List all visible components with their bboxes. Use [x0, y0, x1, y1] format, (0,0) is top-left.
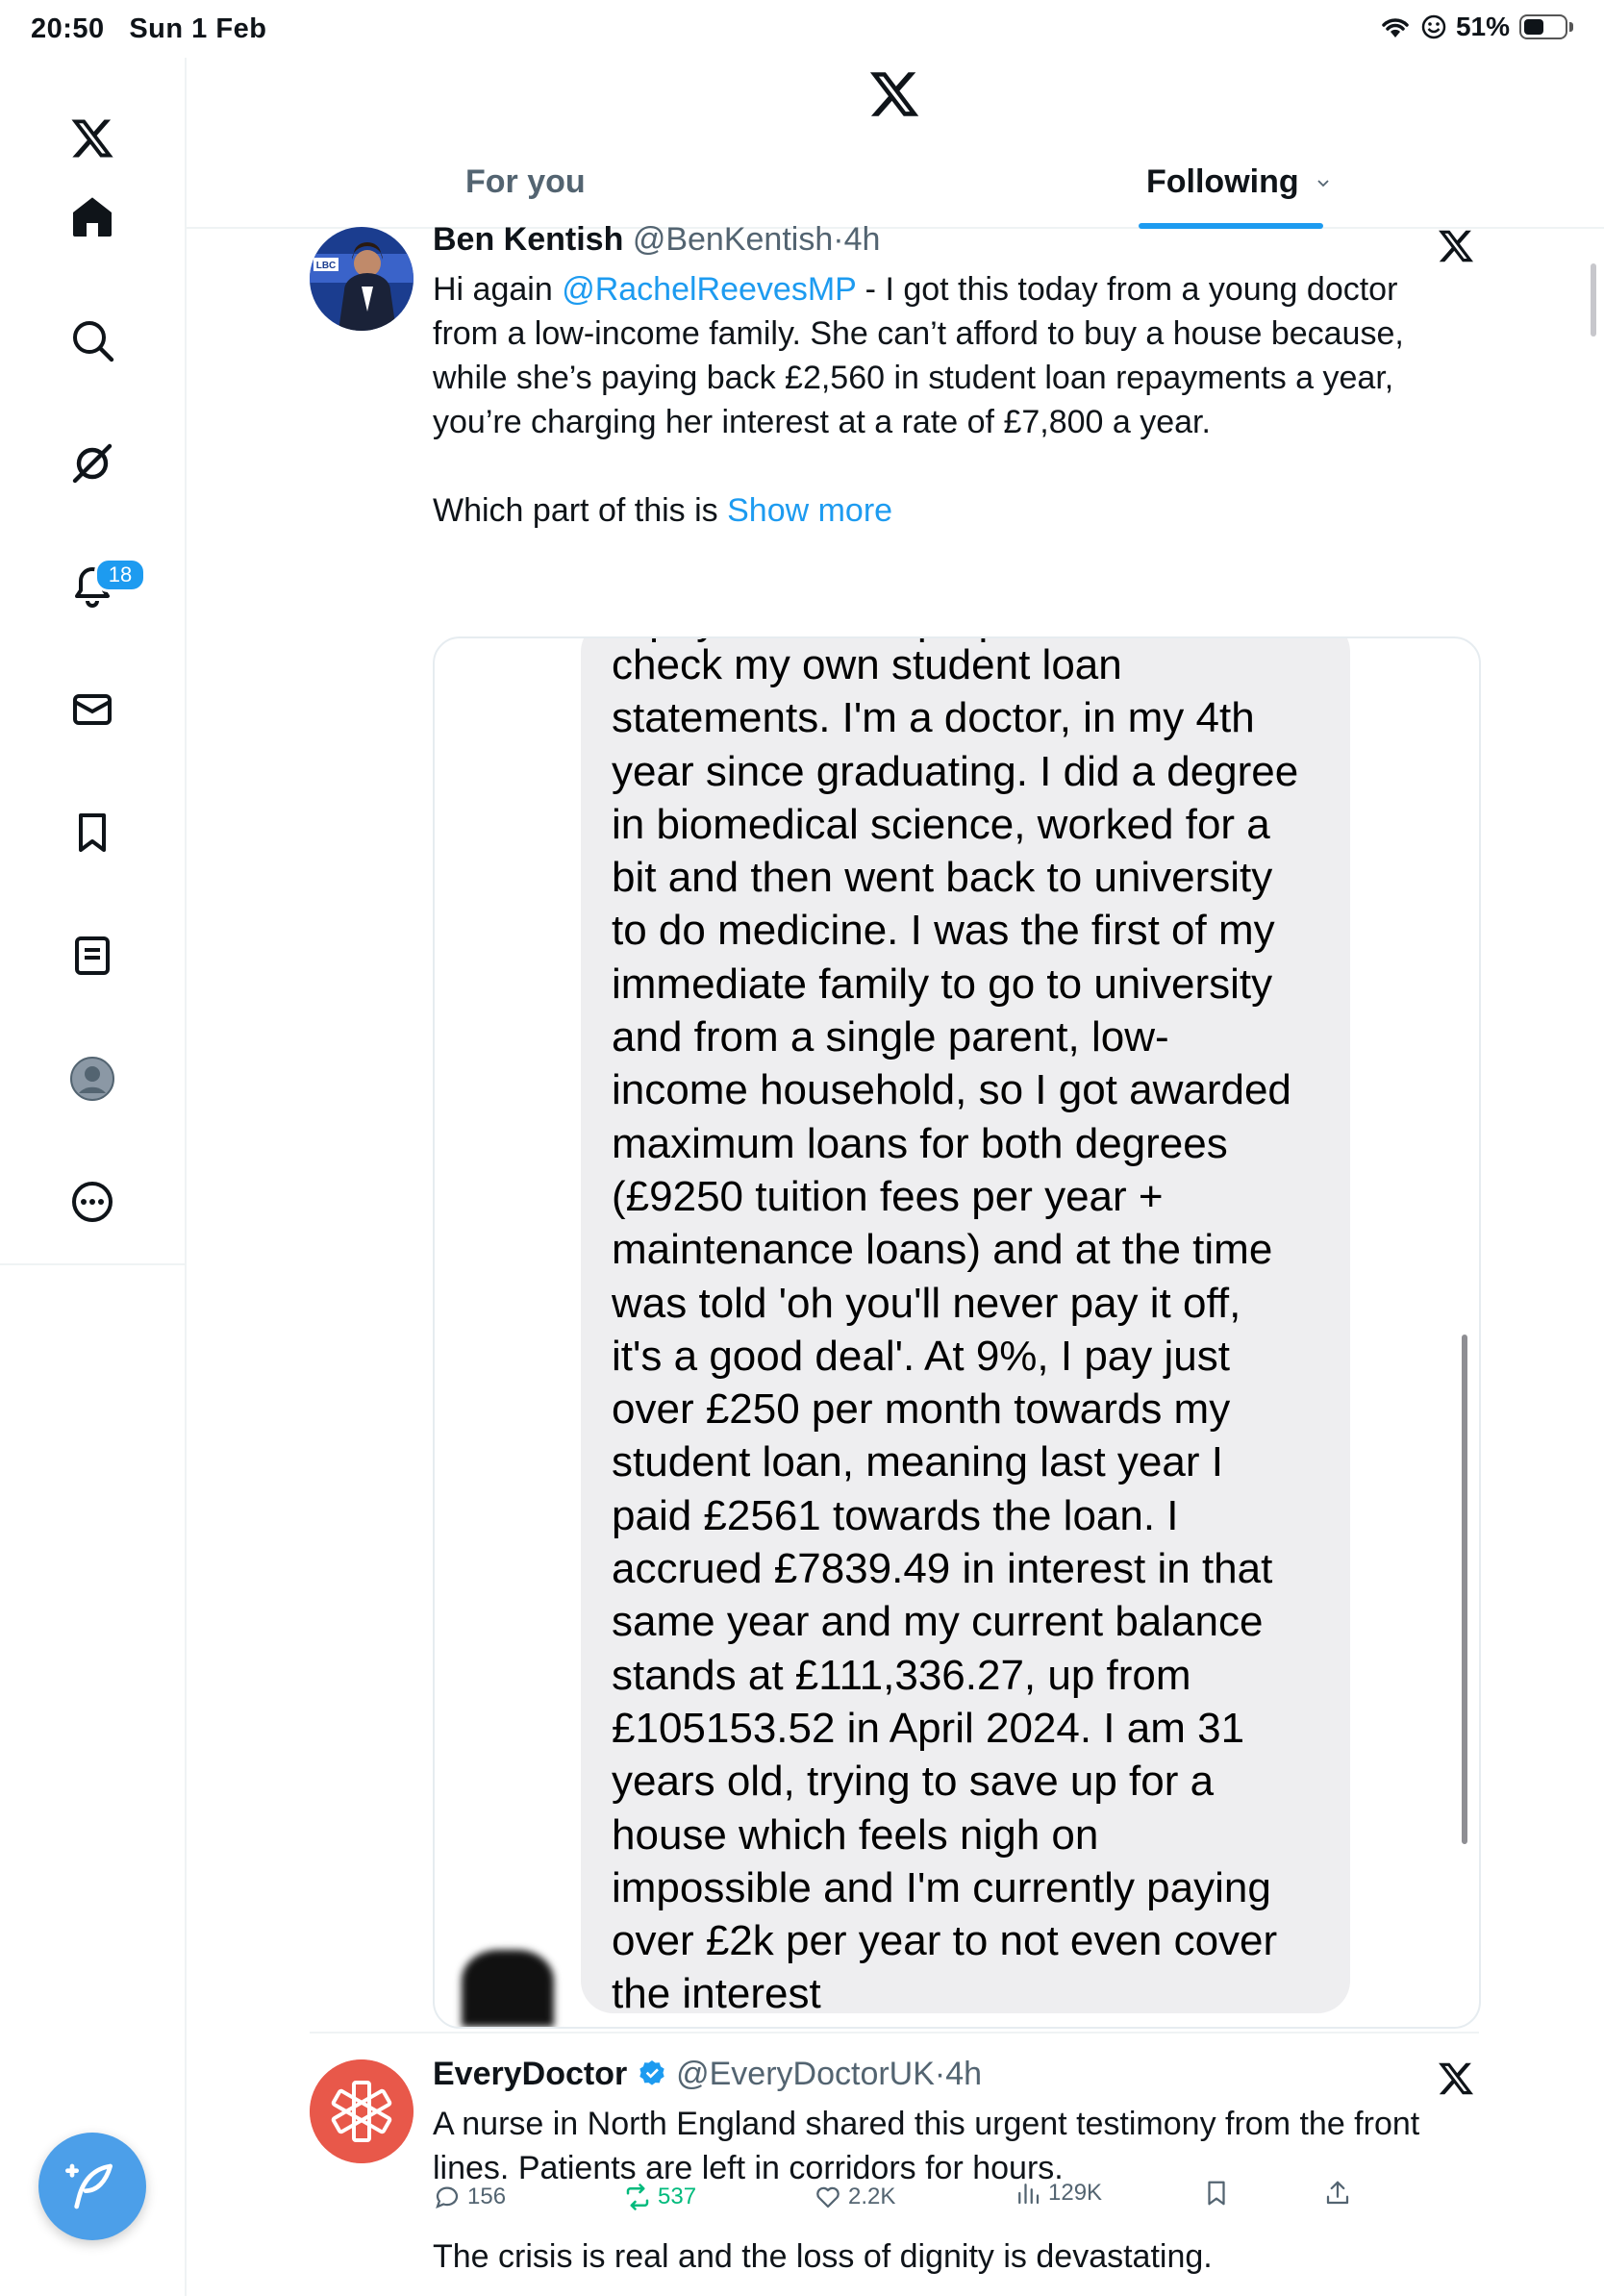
battery-percent: 51% — [1455, 12, 1510, 41]
image-text-line: same year and my current balance — [612, 1598, 1264, 1646]
image-text-line: over £2k per year to not even cover — [612, 1917, 1278, 1965]
image-text-line: check my own student loan — [612, 641, 1122, 688]
clock: 20:50 — [31, 13, 105, 44]
tab-following[interactable]: Following — [1146, 163, 1333, 201]
status-bar: 20:50 Sun 1 Feb 51% — [0, 0, 1604, 58]
tweet[interactable]: LBC Ben Kentish @BenKentish·4h Hi again … — [310, 221, 1481, 2210]
sidebar-divider — [0, 1263, 185, 1265]
compose-button[interactable] — [38, 2133, 146, 2240]
mention-link[interactable]: @RachelReevesMP — [562, 271, 856, 308]
compose-icon — [65, 2163, 113, 2209]
author-name[interactable]: EveryDoctor — [433, 2056, 627, 2092]
avatar[interactable] — [310, 2059, 414, 2163]
image-text-line: the interest — [612, 1970, 821, 2018]
grok-x-icon[interactable] — [1437, 2059, 1475, 2098]
lbc-logo-text: LBC — [316, 261, 337, 271]
tweet[interactable]: EveryDoctor @EveryDoctorUK·4h A nurse in… — [310, 2042, 1479, 2296]
image-text-line: to do medicine. I was the first of my — [612, 907, 1275, 955]
show-more-link[interactable]: Show more — [727, 492, 892, 529]
separator-dot: · — [833, 221, 844, 258]
home-icon[interactable] — [62, 187, 123, 248]
image-text-line: year since graduating. I did a degree — [612, 747, 1299, 795]
timeline-tabs: For you Following — [187, 144, 1604, 229]
status-time: 20:50 Sun 1 Feb — [31, 13, 266, 45]
image-scrollbar — [1462, 1335, 1467, 1844]
image-text-line: maintenance loans) and at the time — [612, 1226, 1273, 1274]
battery-fill — [1524, 19, 1543, 35]
tweet-time[interactable]: 4h — [844, 221, 881, 258]
tweet-text-tail: Which part of this is Show more — [433, 488, 1471, 533]
avatar-icon[interactable] — [62, 1048, 123, 1110]
mail-icon[interactable] — [62, 679, 123, 740]
bookmark-icon[interactable] — [62, 802, 123, 863]
focus-smiley-icon — [1421, 14, 1446, 39]
tweet-text: Hi again @RachelReevesMP - I got this to… — [433, 267, 1471, 444]
more-icon[interactable] — [62, 1171, 123, 1233]
image-text-line: bit and then went back to university — [612, 854, 1273, 902]
wifi-icon — [1382, 18, 1409, 37]
x-logo-icon[interactable] — [62, 108, 123, 169]
image-text-line: stands at £111,336.27, up from — [612, 1651, 1191, 1699]
battery-icon — [1519, 14, 1567, 39]
tweet-text-2: The crisis is real and the loss of digni… — [433, 2238, 1213, 2275]
date: Sun 1 Feb — [129, 13, 267, 44]
redacted-avatar — [462, 1950, 554, 2027]
image-text-line: maximum loans for both degrees — [612, 1119, 1228, 1167]
author-handle[interactable]: @BenKentish — [633, 221, 833, 258]
image-text-line: was told 'oh you'll never pay it off, — [612, 1279, 1241, 1327]
image-text-line: £105153.52 in April 2024. I am 31 — [612, 1704, 1245, 1752]
image-text-line: (£9250 tuition fees per year + — [612, 1172, 1164, 1220]
status-indicators: 51% — [1379, 12, 1573, 42]
notification-badge: 18 — [94, 558, 146, 592]
x-logo-icon[interactable] — [867, 67, 921, 121]
author-name[interactable]: Ben Kentish — [433, 221, 623, 258]
image-text-line: and from a single parent, low- — [612, 1013, 1169, 1061]
tab-for-you[interactable]: For you — [465, 163, 586, 201]
chevron-down-icon[interactable] — [1314, 174, 1333, 193]
image-text-line: immediate family to go to university — [612, 960, 1273, 1008]
grok-x-icon[interactable] — [1437, 227, 1475, 265]
image-text-line: years old, trying to save up for a — [612, 1758, 1215, 1806]
author-handle[interactable]: @EveryDoctorUK — [676, 2056, 935, 2092]
search-icon[interactable] — [62, 310, 123, 371]
avatar[interactable]: LBC — [310, 227, 414, 331]
tweet-text-tail-label: Which part of this is — [433, 492, 728, 529]
image-text-line: student loan, meaning last year I — [612, 1438, 1223, 1486]
list-icon[interactable] — [62, 925, 123, 986]
image-text-line: accrued £7839.49 in interest in that — [612, 1545, 1273, 1593]
image-text-line: in biomedical science, worked for a — [612, 800, 1270, 848]
tweet-header: EveryDoctor @EveryDoctorUK·4h — [433, 2056, 982, 2093]
image-text-line: income household, so I got awarded — [612, 1066, 1291, 1114]
tweet-header: Ben Kentish @BenKentish·4h — [433, 221, 880, 259]
image-text: check my own student loan statements. I'm… — [612, 638, 1342, 2021]
battery-cap — [1569, 22, 1573, 32]
tweet-text-intro: Hi again — [433, 271, 563, 308]
image-text-line: statements. I'm a doctor, in my 4th — [612, 694, 1255, 742]
image-text-line: over £250 per month towards my — [612, 1385, 1231, 1434]
grok-icon[interactable] — [62, 433, 123, 494]
page-scrollbar[interactable] — [1591, 263, 1596, 337]
image-text-line: it's a good deal'. At 9%, I pay just — [612, 1332, 1230, 1380]
image-text-line: house which feels nigh on — [612, 1810, 1099, 1859]
image-text-line: paid £2561 towards the loan. I — [612, 1491, 1179, 1539]
tab-following-label: Following — [1146, 163, 1299, 200]
sidebar — [0, 58, 187, 2296]
image-text-line: impossible and I'm currently paying — [612, 1863, 1271, 1911]
verified-badge-icon — [639, 2060, 664, 2085]
tweet-image[interactable]: repayments are proportionate check my ow… — [433, 636, 1481, 2029]
tweet-divider — [310, 2032, 1479, 2034]
separator-dot: · — [934, 2056, 946, 2092]
tweet-time[interactable]: 4h — [945, 2056, 982, 2092]
tweet-text: A nurse in North England shared this urg… — [433, 2106, 1420, 2186]
